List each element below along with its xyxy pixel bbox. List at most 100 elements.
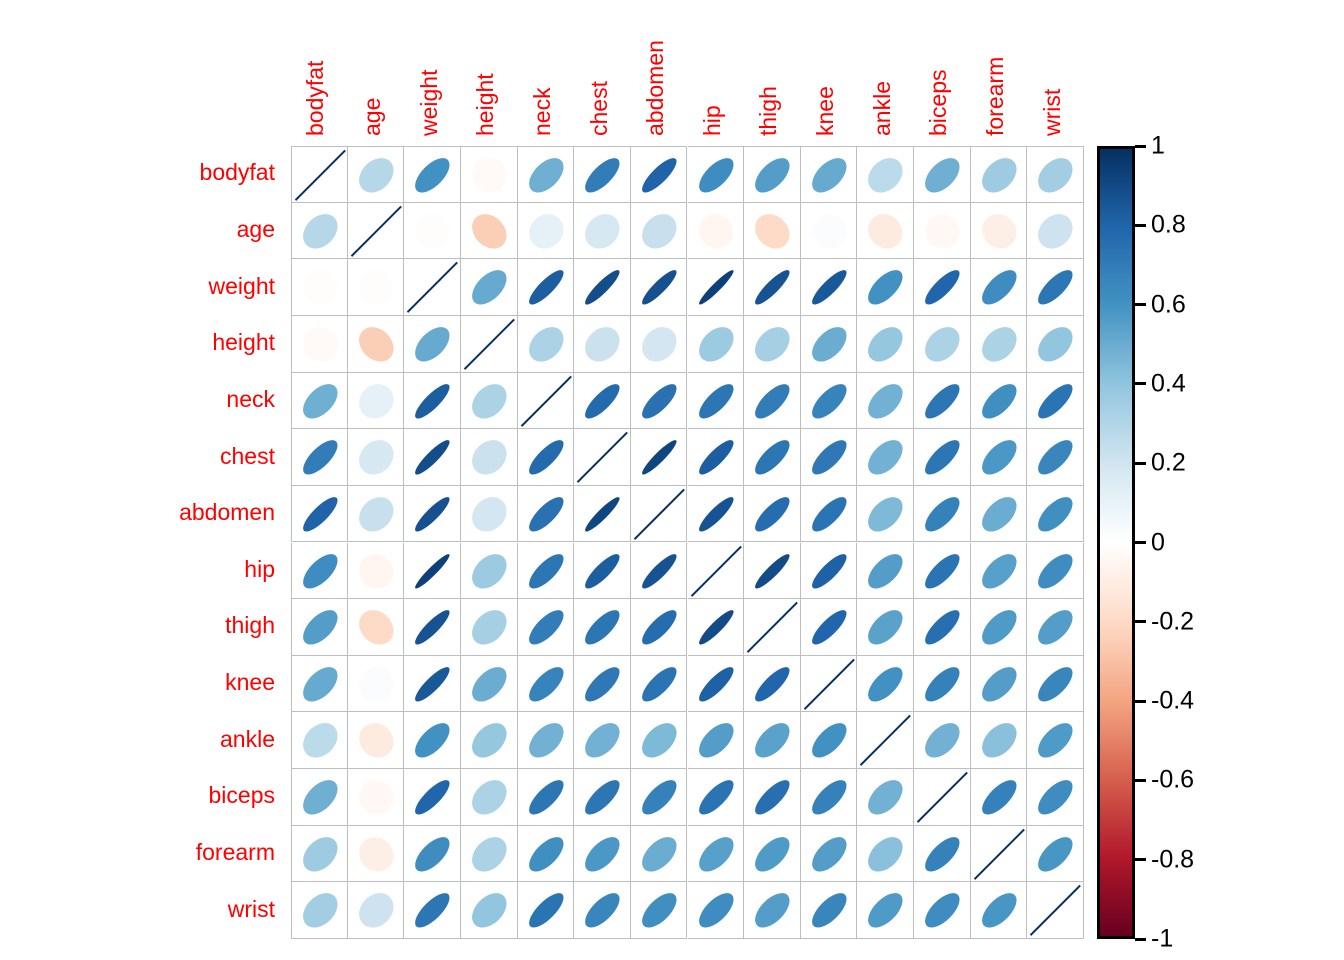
corr-ellipse [811, 213, 847, 249]
legend-tick-label--1: -1 [1151, 924, 1174, 953]
corr-cell-age-knee [800, 202, 858, 260]
corr-ellipse-svg [925, 270, 960, 305]
corr-cell-wrist-forearm [970, 882, 1028, 939]
corr-ellipse-svg [528, 723, 564, 758]
corr-ellipse [981, 440, 1017, 475]
corr-ellipse-svg [415, 158, 450, 193]
corr-ellipse-svg [585, 893, 620, 928]
corr-ellipse [1038, 723, 1073, 758]
legend-tick-label--0.6: -0.6 [1151, 765, 1195, 794]
corr-ellipse [641, 610, 677, 645]
corr-ellipse-svg [925, 383, 960, 419]
corr-ellipse-svg [811, 213, 847, 249]
corr-cell-abdomen-chest [574, 485, 631, 543]
corr-ellipse-svg [358, 440, 394, 475]
corr-ellipse [358, 553, 394, 589]
corr-ellipse-svg [868, 893, 903, 928]
corr-cell-weight-age [347, 259, 405, 316]
corr-cell-forearm-thigh [744, 825, 801, 883]
corr-ellipse [755, 836, 790, 872]
corr-ellipse-svg [698, 836, 734, 872]
corr-ellipse-svg [358, 383, 394, 419]
corr-ellipse [811, 723, 847, 758]
corr-ellipse [925, 666, 960, 702]
corr-cell-abdomen-abdomen [630, 485, 688, 543]
corr-ellipse [698, 610, 734, 645]
corr-ellipse-svg [641, 553, 677, 589]
corr-ellipse [868, 327, 903, 362]
corr-ellipse-svg [585, 383, 620, 419]
corr-ellipse-svg [641, 780, 677, 815]
corr-ellipse-svg [925, 610, 960, 645]
corr-cell-hip-forearm [970, 542, 1028, 600]
corr-cell-hip-height [460, 542, 518, 600]
corr-ellipse [641, 158, 677, 193]
corr-cell-age-hip [687, 202, 745, 260]
corr-ellipse-svg [698, 666, 734, 702]
corr-ellipse-svg [528, 836, 564, 872]
legend-tick--0.8 [1135, 858, 1146, 862]
corr-diagonal-line [973, 828, 1025, 880]
corr-ellipse-svg [755, 723, 790, 758]
corr-cell-bodyfat-biceps [914, 146, 971, 203]
corr-cell-chest-neck [517, 429, 575, 486]
corr-diagonal-line [916, 771, 968, 823]
corr-ellipse-svg [698, 158, 734, 193]
corr-cell-wrist-weight [404, 882, 461, 939]
column-label-hip: hip [698, 105, 725, 136]
corr-ellipse [868, 836, 903, 872]
corr-cell-ankle-age [347, 712, 405, 770]
corr-ellipse-svg [472, 213, 507, 249]
corr-ellipse-svg [868, 553, 903, 589]
corr-ellipse [585, 893, 620, 928]
corr-ellipse [415, 213, 450, 249]
corr-ellipse [755, 213, 790, 249]
corr-ellipse [811, 327, 847, 362]
row-label-wrist: wrist [227, 895, 275, 922]
corr-cell-neck-ankle [857, 372, 915, 430]
corr-ellipse-svg [973, 828, 1025, 880]
corr-ellipse [303, 496, 338, 532]
corr-cell-chest-abdomen [630, 429, 688, 486]
corr-ellipse-svg [415, 213, 450, 249]
corr-cell-knee-neck [517, 655, 575, 713]
corr-cell-wrist-abdomen [630, 882, 688, 939]
column-label-abdomen: abdomen [642, 40, 669, 136]
corr-ellipse [415, 496, 450, 532]
corr-ellipse [981, 610, 1017, 645]
corr-ellipse [1038, 836, 1073, 872]
corr-ellipse [698, 327, 734, 362]
corr-cell-knee-height [460, 655, 518, 713]
corr-cell-hip-chest [574, 542, 631, 600]
corr-ellipse-svg [698, 610, 734, 645]
corr-ellipse [358, 666, 394, 702]
corr-ellipse-svg [811, 723, 847, 758]
corr-ellipse-svg [755, 893, 790, 928]
corr-ellipse-svg [981, 496, 1017, 532]
corr-cell-wrist-knee [800, 882, 858, 939]
corr-cell-forearm-forearm [970, 825, 1028, 883]
corr-cell-hip-knee [800, 542, 858, 600]
corr-ellipse-svg [981, 383, 1017, 419]
corr-cell-biceps-knee [800, 769, 858, 826]
corr-ellipse-svg [294, 149, 346, 201]
corr-cell-bodyfat-abdomen [630, 146, 688, 203]
corr-ellipse [811, 496, 847, 532]
corr-ellipse-svg [585, 213, 620, 249]
corr-ellipse [528, 158, 564, 193]
legend-tick-0.4 [1135, 382, 1146, 386]
corr-cell-biceps-biceps [914, 769, 971, 826]
legend-tick-1 [1135, 144, 1146, 148]
corr-cell-chest-weight [404, 429, 461, 486]
corr-ellipse [303, 440, 338, 475]
corr-ellipse-svg [1038, 610, 1073, 645]
corr-ellipse [528, 723, 564, 758]
corr-cell-forearm-ankle [857, 825, 915, 883]
column-label-biceps: biceps [925, 69, 952, 136]
corr-ellipse [585, 158, 620, 193]
corr-ellipse [528, 666, 564, 702]
corr-cell-biceps-wrist [1027, 769, 1084, 826]
corr-cell-neck-neck [517, 372, 575, 430]
corr-cell-abdomen-age [347, 485, 405, 543]
corr-cell-knee-age [347, 655, 405, 713]
